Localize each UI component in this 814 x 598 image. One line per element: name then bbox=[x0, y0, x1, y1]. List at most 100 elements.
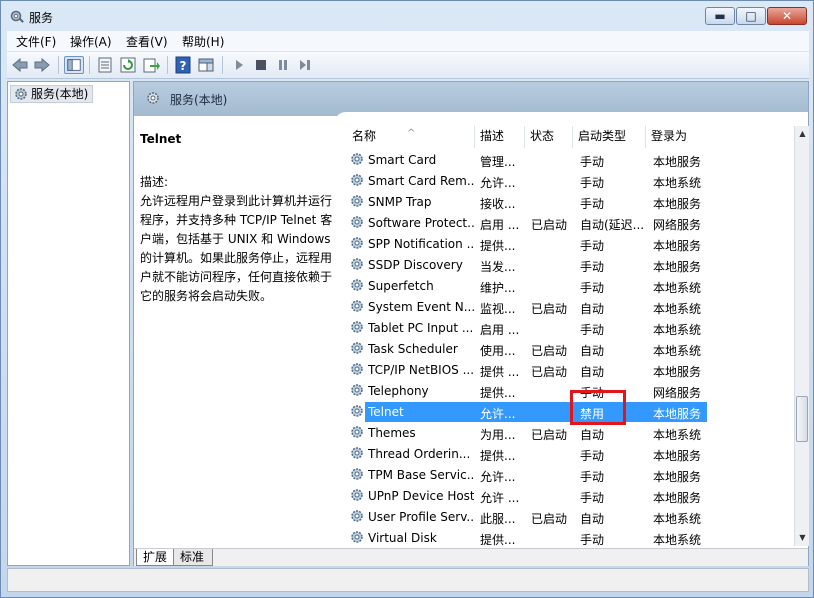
service-status: 已启动 bbox=[531, 428, 568, 442]
service-startup-type: 手动 bbox=[580, 323, 605, 337]
service-row[interactable]: SSDP Discovery 当发... 手动 本地服务 bbox=[347, 255, 792, 276]
service-name: Task Scheduler bbox=[368, 342, 458, 356]
maximize-button[interactable]: □ bbox=[736, 7, 766, 25]
menu-action[interactable]: 操作(A) bbox=[70, 33, 112, 50]
service-row[interactable]: SPP Notification ... 提供... 手动 本地服务 bbox=[347, 234, 792, 255]
scroll-down-icon[interactable]: ▼ bbox=[795, 530, 810, 546]
service-description: 启用 ... bbox=[480, 218, 520, 232]
service-description: 当发... bbox=[480, 260, 516, 274]
service-row[interactable]: Tablet PC Input ... 启用 ... 手动 本地系统 bbox=[347, 318, 792, 339]
service-logon-as: 网络服务 bbox=[653, 386, 702, 400]
start-service-icon[interactable] bbox=[229, 56, 249, 74]
menu-help[interactable]: 帮助(H) bbox=[182, 33, 224, 50]
service-row[interactable]: Smart Card Rem... 允许... 手动 本地系统 bbox=[347, 171, 792, 192]
service-row[interactable]: Software Protect... 启用 ... 已启动 自动(延迟... 网络服务 bbox=[347, 213, 792, 234]
gear-icon bbox=[147, 92, 159, 104]
service-startup-type: 手动 bbox=[580, 281, 605, 295]
tree-item-services-local[interactable]: 服务(本地) bbox=[10, 85, 94, 103]
service-startup-type: 手动 bbox=[580, 533, 605, 546]
sort-ascending-icon: ^ bbox=[407, 128, 416, 139]
gear-icon bbox=[350, 425, 364, 442]
scroll-up-icon[interactable]: ▲ bbox=[795, 126, 810, 142]
service-startup-type: 自动 bbox=[580, 365, 605, 379]
gear-icon bbox=[350, 509, 364, 526]
close-button[interactable]: ✕ bbox=[767, 7, 807, 25]
description-label: 描述: bbox=[140, 175, 169, 189]
title-bar[interactable]: 服务 ▬ □ ✕ bbox=[1, 1, 813, 31]
services-window: 服务 ▬ □ ✕ 文件(F) 操作(A) 查看(V) 帮助(H) ? 服务(本地… bbox=[0, 0, 814, 598]
service-description: 提供... bbox=[480, 449, 516, 463]
gear-icon bbox=[350, 467, 364, 484]
gear-icon bbox=[350, 278, 364, 295]
service-row[interactable]: TCP/IP NetBIOS ... 提供 ... 已启动 自动 本地服务 bbox=[347, 360, 792, 381]
service-name: Telephony bbox=[368, 384, 429, 398]
service-row[interactable]: Task Scheduler 使用... 已启动 自动 本地系统 bbox=[347, 339, 792, 360]
show-tree-icon[interactable] bbox=[64, 56, 84, 74]
gear-icon bbox=[350, 215, 364, 232]
menu-view[interactable]: 查看(V) bbox=[126, 33, 168, 50]
service-row[interactable]: Superfetch 维护... 手动 本地系统 bbox=[347, 276, 792, 297]
service-logon-as: 本地服务 bbox=[653, 491, 702, 505]
restart-service-icon[interactable] bbox=[295, 56, 315, 74]
service-name: TCP/IP NetBIOS ... bbox=[368, 363, 474, 377]
service-status: 已启动 bbox=[531, 302, 568, 316]
gear-icon bbox=[350, 404, 364, 421]
back-arrow-icon[interactable] bbox=[10, 56, 30, 74]
service-description: 提供... bbox=[480, 386, 516, 400]
service-row[interactable]: System Event N... 监视... 已启动 自动 本地系统 bbox=[347, 297, 792, 318]
service-logon-as: 本地系统 bbox=[653, 512, 702, 526]
service-row[interactable]: Themes 为用... 已启动 自动 本地系统 bbox=[347, 423, 792, 444]
gear-icon bbox=[350, 320, 364, 337]
service-description: 为用... bbox=[480, 428, 516, 442]
menu-file[interactable]: 文件(F) bbox=[16, 33, 56, 50]
service-name: TPM Base Servic... bbox=[368, 468, 474, 482]
column-header-name[interactable]: 名称 ^ bbox=[347, 126, 475, 148]
service-description: 提供 ... bbox=[480, 365, 520, 379]
column-header-status[interactable]: 状态 bbox=[525, 126, 573, 148]
refresh-icon[interactable] bbox=[118, 56, 138, 74]
services-gear-icon bbox=[10, 10, 24, 23]
show-pane-icon[interactable] bbox=[196, 56, 216, 74]
service-startup-type: 手动 bbox=[580, 449, 605, 463]
service-startup-type: 手动 bbox=[580, 260, 605, 274]
service-row[interactable]: TPM Base Servic... 允许... 手动 本地服务 bbox=[347, 465, 792, 486]
vertical-scrollbar[interactable]: ▲ ▼ bbox=[794, 126, 809, 546]
service-row[interactable]: SNMP Trap 接收... 手动 本地服务 bbox=[347, 192, 792, 213]
service-description: 允许... bbox=[480, 470, 516, 484]
service-description: 允许... bbox=[480, 176, 516, 190]
services-pane: 服务(本地) Telnet 描述: 允许远程用户登录到此计算机并运行程序，并支持… bbox=[133, 81, 809, 566]
gear-icon bbox=[350, 236, 364, 253]
scroll-thumb[interactable] bbox=[796, 396, 808, 442]
service-name: User Profile Serv... bbox=[368, 510, 474, 524]
pause-service-icon[interactable] bbox=[273, 56, 293, 74]
help-icon[interactable]: ? bbox=[173, 56, 193, 74]
service-name: Smart Card Rem... bbox=[368, 174, 474, 188]
service-row[interactable]: User Profile Serv... 此服... 已启动 自动 本地系统 bbox=[347, 507, 792, 528]
service-name: SSDP Discovery bbox=[368, 258, 463, 272]
stop-service-icon[interactable] bbox=[251, 56, 271, 74]
export-list-icon[interactable] bbox=[141, 56, 161, 74]
service-name: Thread Orderin... bbox=[368, 447, 471, 461]
minimize-button[interactable]: ▬ bbox=[705, 7, 735, 25]
service-row[interactable]: UPnP Device Host 允许 ... 手动 本地服务 bbox=[347, 486, 792, 507]
forward-arrow-icon[interactable] bbox=[32, 56, 52, 74]
service-startup-type: 手动 bbox=[580, 176, 605, 190]
service-startup-type: 手动 bbox=[580, 470, 605, 484]
column-header-startup-type[interactable]: 启动类型 bbox=[573, 126, 646, 148]
service-row[interactable]: Smart Card 管理... 手动 本地服务 bbox=[347, 150, 792, 171]
service-logon-as: 本地服务 bbox=[653, 155, 702, 169]
service-startup-type: 手动 bbox=[580, 491, 605, 505]
tab-extended[interactable]: 扩展 bbox=[136, 549, 177, 566]
service-row[interactable]: Virtual Disk 提供... 手动 本地系统 bbox=[347, 528, 792, 546]
properties-icon[interactable] bbox=[95, 56, 115, 74]
service-startup-type: 自动 bbox=[580, 512, 605, 526]
toolbar: ? bbox=[7, 52, 809, 79]
column-header-description[interactable]: 描述 bbox=[475, 126, 525, 148]
gear-icon bbox=[350, 194, 364, 211]
column-header-logon-as[interactable]: 登录为 bbox=[646, 126, 792, 148]
description-text: 允许远程用户登录到此计算机并运行程序，并支持多种 TCP/IP Telnet 客… bbox=[140, 194, 333, 303]
service-row[interactable]: Thread Orderin... 提供... 手动 本地服务 bbox=[347, 444, 792, 465]
tab-standard[interactable]: 标准 bbox=[173, 549, 214, 566]
service-name: System Event N... bbox=[368, 300, 474, 314]
service-status: 已启动 bbox=[531, 365, 568, 379]
